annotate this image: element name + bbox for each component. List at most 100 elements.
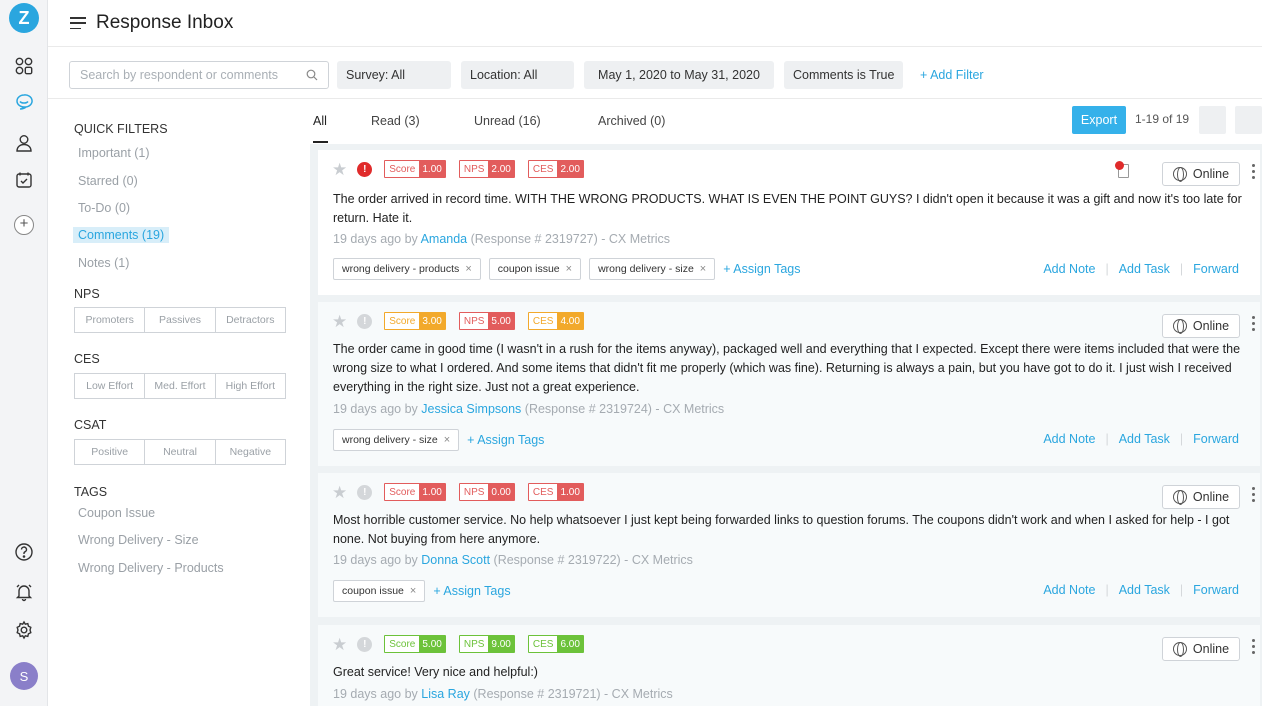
left-nav-rail: Z + S bbox=[0, 0, 48, 706]
tag-row: wrong delivery - size × + Assign Tags bbox=[333, 429, 544, 451]
quick-filter-starred[interactable]: Starred (0) bbox=[73, 173, 143, 189]
add-note-link[interactable]: Add Note bbox=[1043, 432, 1095, 446]
user-avatar[interactable]: S bbox=[0, 662, 48, 690]
survey-filter-chip[interactable]: Survey: All bbox=[337, 61, 451, 89]
quick-filter-important[interactable]: Important (1) bbox=[73, 145, 155, 161]
info-icon[interactable]: ! bbox=[357, 313, 373, 329]
next-page-button[interactable] bbox=[1235, 106, 1262, 134]
dashboard-icon[interactable] bbox=[0, 52, 48, 80]
csat-neutral-option[interactable]: Neutral bbox=[145, 440, 216, 464]
ces-high-option[interactable]: High Effort bbox=[216, 374, 285, 398]
assign-tags-link[interactable]: + Assign Tags bbox=[723, 262, 800, 276]
tab-all[interactable]: All bbox=[313, 114, 327, 128]
respondent-link[interactable]: Amanda bbox=[421, 232, 468, 246]
respondent-link[interactable]: Lisa Ray bbox=[421, 687, 470, 701]
add-note-link[interactable]: Add Note bbox=[1043, 262, 1095, 276]
search-input[interactable]: Search by respondent or comments bbox=[69, 61, 329, 89]
card-actions: Add Note | Add Task | Forward bbox=[1043, 583, 1239, 597]
star-icon[interactable]: ★ bbox=[332, 636, 347, 653]
notifications-bell-icon[interactable] bbox=[0, 578, 48, 606]
export-button[interactable]: Export bbox=[1072, 106, 1126, 134]
remove-tag-icon[interactable]: × bbox=[700, 263, 706, 275]
tab-archived[interactable]: Archived (0) bbox=[598, 114, 665, 128]
tag-filter-wrong-delivery-size[interactable]: Wrong Delivery - Size bbox=[73, 532, 204, 548]
important-alert-icon[interactable]: ! bbox=[357, 161, 373, 177]
csat-positive-option[interactable]: Positive bbox=[75, 440, 146, 464]
info-icon[interactable]: ! bbox=[357, 636, 373, 652]
ces-med-option[interactable]: Med. Effort bbox=[145, 374, 216, 398]
respondent-link[interactable]: Jessica Simpsons bbox=[421, 402, 521, 416]
nps-promoters-option[interactable]: Promoters bbox=[75, 308, 146, 332]
more-options-icon[interactable] bbox=[1252, 164, 1256, 179]
quick-filter-comments[interactable]: Comments (19) bbox=[73, 227, 170, 243]
star-icon[interactable]: ★ bbox=[332, 484, 347, 501]
response-card[interactable]: ★ ! Score 1.00 NPS 0.00 CES 1.00 Online Mos… bbox=[318, 473, 1260, 617]
tasks-icon[interactable] bbox=[0, 166, 48, 194]
channel-badge: Online bbox=[1162, 637, 1240, 661]
response-card[interactable]: ★ ! Score 5.00 NPS 9.00 CES 6.00 Online Gre… bbox=[318, 625, 1260, 706]
more-options-icon[interactable] bbox=[1252, 639, 1256, 654]
score-badge: Score 1.00 bbox=[384, 160, 446, 178]
forward-link[interactable]: Forward bbox=[1193, 262, 1239, 276]
score-badge: Score 1.00 bbox=[384, 483, 446, 501]
add-task-link[interactable]: Add Task bbox=[1119, 262, 1170, 276]
globe-icon bbox=[1172, 490, 1187, 505]
location-filter-chip[interactable]: Location: All bbox=[461, 61, 574, 89]
globe-icon bbox=[1172, 319, 1187, 334]
add-filter-link[interactable]: + Add Filter bbox=[920, 61, 984, 89]
quick-filter-todo[interactable]: To-Do (0) bbox=[73, 200, 135, 216]
response-card[interactable]: ★ ! Score 3.00 NPS 5.00 CES 4.00 Online The… bbox=[318, 302, 1260, 466]
response-comment: Most horrible customer service. No help … bbox=[333, 513, 1230, 546]
more-options-icon[interactable] bbox=[1252, 487, 1256, 502]
forward-link[interactable]: Forward bbox=[1193, 583, 1239, 597]
remove-tag-icon[interactable]: × bbox=[444, 434, 450, 446]
add-note-link[interactable]: Add Note bbox=[1043, 583, 1095, 597]
user-icon[interactable] bbox=[0, 129, 48, 157]
tag-chip: wrong delivery - size × bbox=[589, 258, 716, 280]
comments-filter-chip[interactable]: Comments is True bbox=[784, 61, 903, 89]
remove-tag-icon[interactable]: × bbox=[465, 263, 471, 275]
prev-page-button[interactable] bbox=[1199, 106, 1226, 134]
quick-filters-panel: QUICK FILTERS Important (1) Starred (0) … bbox=[48, 99, 310, 706]
response-meta: 19 days ago by Amanda (Response # 231972… bbox=[333, 232, 671, 246]
filter-bar: Search by respondent or comments Survey:… bbox=[48, 60, 1262, 90]
csat-negative-option[interactable]: Negative bbox=[216, 440, 285, 464]
add-task-link[interactable]: Add Task bbox=[1119, 432, 1170, 446]
response-meta: 19 days ago by Jessica Simpsons (Respons… bbox=[333, 402, 725, 416]
inbox-icon[interactable] bbox=[0, 88, 48, 116]
help-icon[interactable] bbox=[0, 538, 48, 566]
forward-link[interactable]: Forward bbox=[1193, 432, 1239, 446]
info-icon[interactable]: ! bbox=[357, 484, 373, 500]
nps-passives-option[interactable]: Passives bbox=[145, 308, 216, 332]
nps-badge: NPS 5.00 bbox=[458, 312, 515, 330]
add-icon[interactable]: + bbox=[0, 211, 48, 239]
star-icon[interactable]: ★ bbox=[332, 313, 347, 330]
date-range-filter-chip[interactable]: May 1, 2020 to May 31, 2020 bbox=[584, 61, 774, 89]
ces-badge: CES 2.00 bbox=[527, 160, 584, 178]
ces-low-option[interactable]: Low Effort bbox=[75, 374, 146, 398]
app-logo[interactable]: Z bbox=[0, 2, 48, 34]
star-icon[interactable]: ★ bbox=[332, 161, 347, 178]
quick-filter-notes[interactable]: Notes (1) bbox=[73, 255, 134, 271]
respondent-link[interactable]: Donna Scott bbox=[421, 553, 490, 567]
assign-tags-link[interactable]: + Assign Tags bbox=[467, 433, 544, 447]
note-icon[interactable] bbox=[1115, 161, 1129, 178]
remove-tag-icon[interactable]: × bbox=[410, 585, 416, 597]
tag-filter-coupon-issue[interactable]: Coupon Issue bbox=[73, 505, 160, 521]
note-alert-dot bbox=[1115, 161, 1124, 170]
assign-tags-link[interactable]: + Assign Tags bbox=[433, 584, 510, 598]
response-card[interactable]: ★ ! Score 1.00 NPS 2.00 CES 2.00 Online The… bbox=[318, 150, 1260, 295]
nps-detractors-option[interactable]: Detractors bbox=[216, 308, 285, 332]
score-badge: Score 5.00 bbox=[384, 635, 446, 653]
more-options-icon[interactable] bbox=[1252, 316, 1256, 331]
menu-icon[interactable] bbox=[70, 17, 86, 29]
tag-row: wrong delivery - products × coupon issue ×… bbox=[333, 258, 800, 280]
tab-read[interactable]: Read (3) bbox=[371, 114, 420, 128]
remove-tag-icon[interactable]: × bbox=[566, 263, 572, 275]
tab-unread[interactable]: Unread (16) bbox=[474, 114, 541, 128]
tag-chip: coupon issue × bbox=[333, 580, 426, 602]
nps-badge: NPS 2.00 bbox=[458, 160, 515, 178]
add-task-link[interactable]: Add Task bbox=[1119, 583, 1170, 597]
settings-gear-icon[interactable] bbox=[0, 616, 48, 644]
tag-filter-wrong-delivery-products[interactable]: Wrong Delivery - Products bbox=[73, 560, 229, 576]
